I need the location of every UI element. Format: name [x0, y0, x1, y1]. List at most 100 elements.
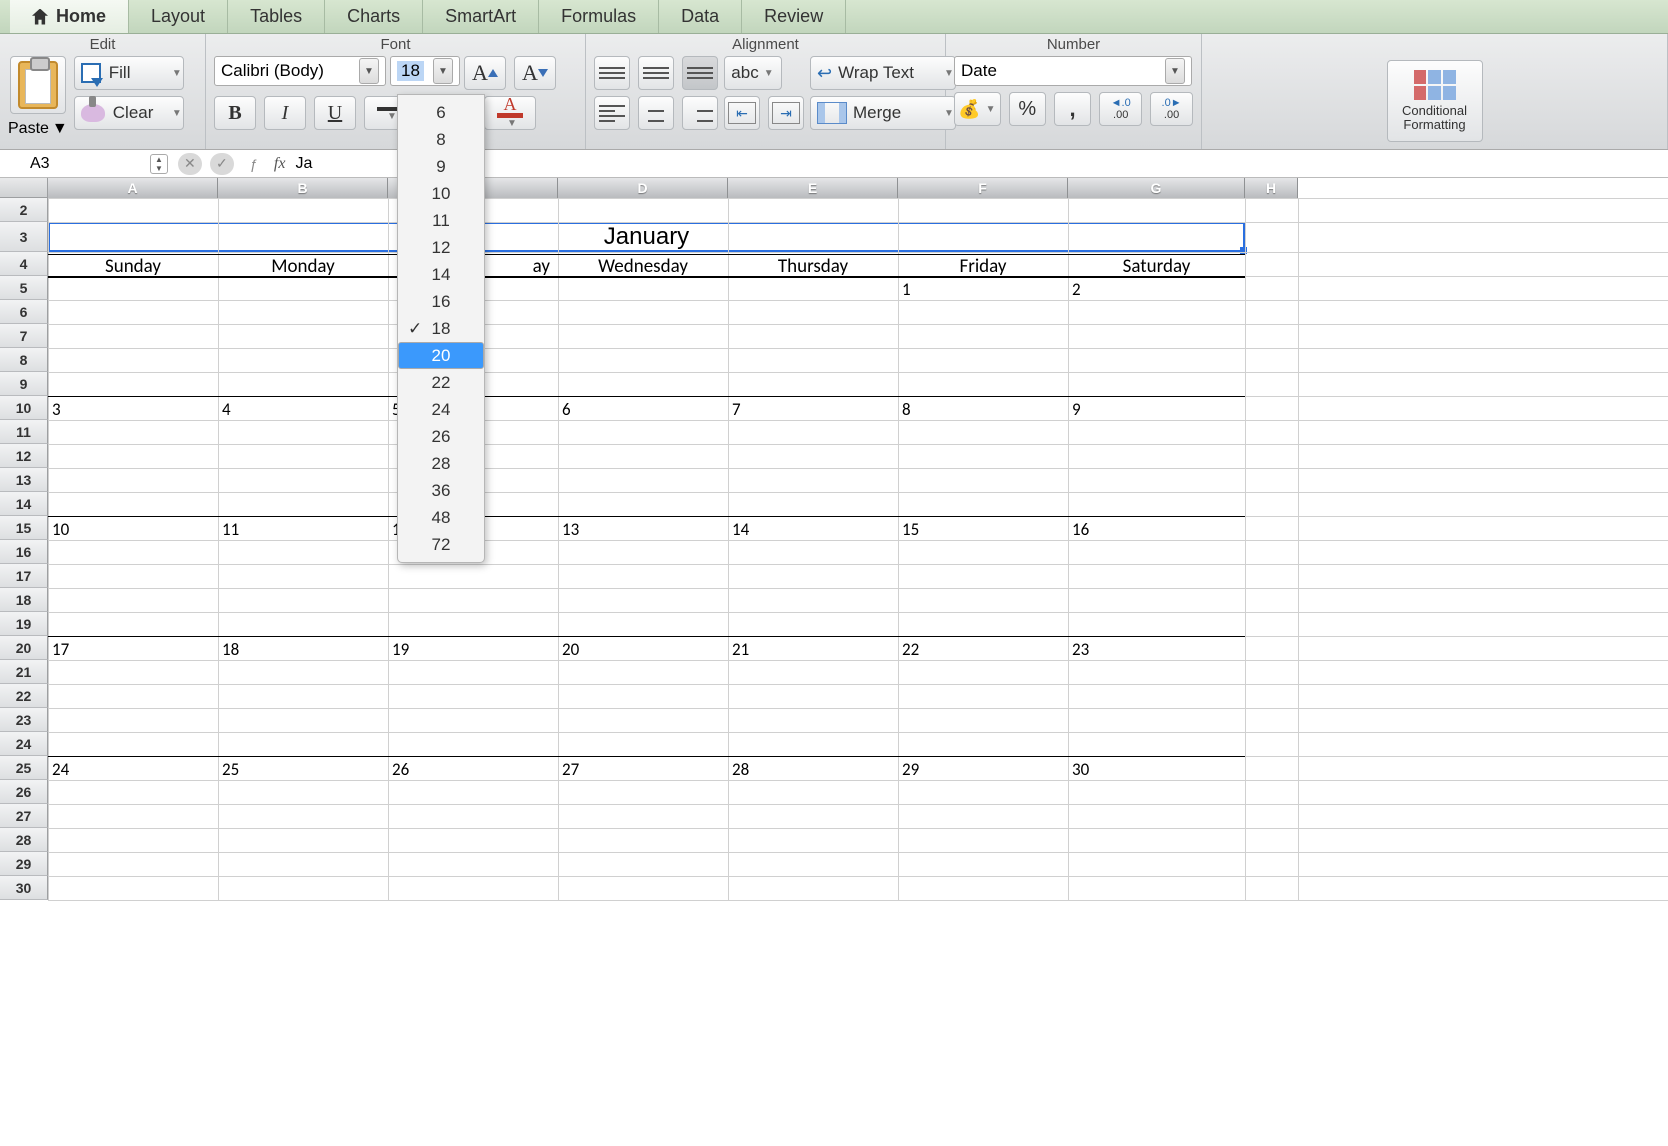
- calendar-cell[interactable]: 27: [558, 756, 728, 876]
- column-header-B[interactable]: B: [218, 178, 388, 198]
- font-size-option-24[interactable]: 24: [398, 396, 484, 423]
- row-header-10[interactable]: 10: [0, 396, 48, 420]
- calendar-cell[interactable]: 10: [48, 516, 218, 636]
- chevron-up-icon[interactable]: ▲: [151, 155, 167, 164]
- calendar-cell[interactable]: 21: [728, 636, 898, 756]
- row-header-15[interactable]: 15: [0, 516, 48, 540]
- calendar-cell[interactable]: [558, 276, 728, 396]
- column-header-E[interactable]: E: [728, 178, 898, 198]
- font-size-option-18[interactable]: 18: [398, 315, 484, 342]
- calendar-cell[interactable]: 14: [728, 516, 898, 636]
- calendar-cell[interactable]: 26: [388, 756, 558, 876]
- clear-button[interactable]: Clear ▼: [74, 96, 184, 130]
- calendar-cell[interactable]: 11: [218, 516, 388, 636]
- currency-button[interactable]: 💰▼: [954, 92, 1001, 126]
- calendar-cell[interactable]: 22: [898, 636, 1068, 756]
- calendar-day-header[interactable]: Thursday: [728, 254, 898, 278]
- calendar-month-title[interactable]: January: [48, 222, 1245, 252]
- calendar-cell[interactable]: 7: [728, 396, 898, 516]
- calendar-day-header[interactable]: Sunday: [48, 254, 218, 278]
- merge-button[interactable]: Merge ▼: [810, 96, 956, 130]
- fx-button[interactable]: ƒ: [242, 153, 266, 175]
- row-header-6[interactable]: 6: [0, 300, 48, 324]
- tab-smartart[interactable]: SmartArt: [423, 0, 539, 33]
- font-size-option-48[interactable]: 48: [398, 504, 484, 531]
- increase-decimal-button[interactable]: ◄.0.00: [1099, 92, 1142, 126]
- calendar-cell[interactable]: 30: [1068, 756, 1245, 876]
- font-size-select[interactable]: 18 ▼: [390, 56, 460, 86]
- tab-charts[interactable]: Charts: [325, 0, 423, 33]
- calendar-cell[interactable]: 20: [558, 636, 728, 756]
- calendar-cell[interactable]: 4: [218, 396, 388, 516]
- font-size-option-26[interactable]: 26: [398, 423, 484, 450]
- font-size-option-36[interactable]: 36: [398, 477, 484, 504]
- indent-increase-button[interactable]: ⇥: [768, 96, 804, 130]
- orientation-button[interactable]: abc▼: [724, 56, 782, 90]
- font-name-select[interactable]: Calibri (Body) ▼: [214, 56, 386, 86]
- row-header-16[interactable]: 16: [0, 540, 48, 564]
- calendar-cell[interactable]: [48, 276, 218, 396]
- row-header-12[interactable]: 12: [0, 444, 48, 468]
- name-box[interactable]: A3: [0, 155, 150, 173]
- row-header-11[interactable]: 11: [0, 420, 48, 444]
- calendar-day-header[interactable]: Saturday: [1068, 254, 1245, 278]
- decrease-decimal-button[interactable]: .0►.00: [1150, 92, 1193, 126]
- tab-data[interactable]: Data: [659, 0, 742, 33]
- font-size-option-10[interactable]: 10: [398, 180, 484, 207]
- calendar-day-header[interactable]: Monday: [218, 254, 388, 278]
- row-header-22[interactable]: 22: [0, 684, 48, 708]
- name-box-stepper[interactable]: ▲▼: [150, 154, 168, 174]
- percent-button[interactable]: %: [1009, 92, 1046, 126]
- calendar-cell[interactable]: 25: [218, 756, 388, 876]
- column-header-D[interactable]: D: [558, 178, 728, 198]
- column-header-G[interactable]: G: [1068, 178, 1245, 198]
- calendar-cell[interactable]: 9: [1068, 396, 1245, 516]
- accept-formula-button[interactable]: ✓: [210, 153, 234, 175]
- row-header-28[interactable]: 28: [0, 828, 48, 852]
- row-header-20[interactable]: 20: [0, 636, 48, 660]
- calendar-day-header[interactable]: Friday: [898, 254, 1068, 278]
- calendar-cell[interactable]: 15: [898, 516, 1068, 636]
- column-header-A[interactable]: A: [48, 178, 218, 198]
- tab-home[interactable]: Home: [10, 0, 129, 33]
- calendar-cell[interactable]: 2: [1068, 276, 1245, 396]
- tab-review[interactable]: Review: [742, 0, 846, 33]
- calendar-cell[interactable]: 24: [48, 756, 218, 876]
- align-right-button[interactable]: [682, 96, 718, 130]
- row-header-17[interactable]: 17: [0, 564, 48, 588]
- row-header-3[interactable]: 3: [0, 222, 48, 252]
- calendar-cell[interactable]: 3: [48, 396, 218, 516]
- calendar-cell[interactable]: 18: [218, 636, 388, 756]
- chevron-down-icon[interactable]: ▼: [151, 164, 167, 173]
- column-header-F[interactable]: F: [898, 178, 1068, 198]
- font-size-option-14[interactable]: 14: [398, 261, 484, 288]
- calendar-cell[interactable]: 28: [728, 756, 898, 876]
- align-left-button[interactable]: [594, 96, 630, 130]
- row-header-19[interactable]: 19: [0, 612, 48, 636]
- cancel-formula-button[interactable]: ✕: [178, 153, 202, 175]
- row-header-5[interactable]: 5: [0, 276, 48, 300]
- tab-layout[interactable]: Layout: [129, 0, 228, 33]
- row-header-13[interactable]: 13: [0, 468, 48, 492]
- font-size-option-28[interactable]: 28: [398, 450, 484, 477]
- row-header-23[interactable]: 23: [0, 708, 48, 732]
- select-all-corner[interactable]: [0, 178, 48, 198]
- font-size-dropdown[interactable]: 6891011121416182022242628364872: [397, 94, 485, 563]
- row-header-7[interactable]: 7: [0, 324, 48, 348]
- column-header-H[interactable]: H: [1245, 178, 1298, 198]
- align-center-button[interactable]: [638, 96, 674, 130]
- calendar-cell[interactable]: 19: [388, 636, 558, 756]
- grow-font-button[interactable]: A: [464, 56, 506, 90]
- calendar-cell[interactable]: 8: [898, 396, 1068, 516]
- chevron-down-icon[interactable]: ▼: [52, 120, 68, 138]
- tab-tables[interactable]: Tables: [228, 0, 325, 33]
- row-header-27[interactable]: 27: [0, 804, 48, 828]
- font-size-option-72[interactable]: 72: [398, 531, 484, 558]
- font-size-option-11[interactable]: 11: [398, 207, 484, 234]
- row-header-24[interactable]: 24: [0, 732, 48, 756]
- font-size-option-22[interactable]: 22: [398, 369, 484, 396]
- calendar-day-header[interactable]: Wednesday: [558, 254, 728, 278]
- row-header-25[interactable]: 25: [0, 756, 48, 780]
- row-header-18[interactable]: 18: [0, 588, 48, 612]
- comma-button[interactable]: ,: [1054, 92, 1091, 126]
